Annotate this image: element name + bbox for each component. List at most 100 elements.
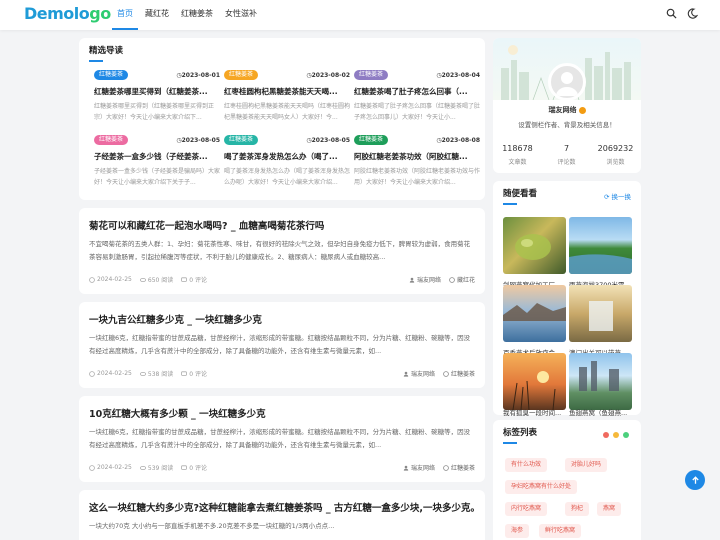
post-category[interactable]: 藏红花 [449,275,475,284]
tag-link[interactable]: 燕窝 [597,502,622,516]
river-landscape-image [569,254,632,274]
item-excerpt: 子经姜茶一盒多少钱（子经姜茶是骗局吗）大家好！今天让小编来大家介绍下关于子... [94,168,220,186]
tag-link[interactable]: 对胎儿好吗 [565,458,608,472]
theme-toggle-icon[interactable] [687,8,698,19]
featured-item[interactable]: 红糖姜茶 ◷2023-08-05 喝了姜茶浑身发热怎么办（喝了... 喝了姜茶浑身… [224,134,350,192]
main-nav: 首页 藏红花 红糖姜茶 女性滋补 [112,0,264,30]
post-date: 2024-02-25 [89,276,132,283]
site-logo[interactable]: Demologo [24,4,111,23]
nav-ginger-tea[interactable]: 红糖姜茶 [176,0,218,30]
post-comments[interactable]: 0 评论 [181,275,207,284]
item-excerpt: 阿胶红糖老姜茶功效（阿胶红糖老姜茶功效与作用）大家好！今天让小编来大家介绍... [354,168,480,186]
post-card: 10克红糖大概有多少颗 _ 一块红糖多少克 一块红糖6克，红糖指带蜜的甘蔗成品糖… [79,396,485,482]
stat-posts: 118678 文章数 [502,144,533,166]
category-tag[interactable]: 红糖姜茶 [224,135,259,145]
author-name[interactable]: 瑞友网络 [493,105,641,115]
post-comments[interactable]: 0 评论 [181,463,207,472]
featured-item[interactable]: 红糖姜茶 ◷2023-08-05 子经姜茶一盒多少钱（子经姜茶... 子经姜茶一盒… [94,134,220,192]
thumb-image[interactable] [503,353,566,410]
item-title[interactable]: 子经姜茶一盒多少钱（子经姜茶... [94,151,220,162]
item-title[interactable]: 喝了姜茶浑身发热怎么办（喝了... [224,151,350,162]
top-bar: Demologo 首页 藏红花 红糖姜茶 女性滋补 [0,0,720,30]
refresh-button[interactable]: ⟳ 换一换 [604,191,631,201]
search-icon[interactable] [666,8,677,19]
comment-icon [181,370,188,376]
post-excerpt: 一块红糖6克，红糖指带蜜的甘蔗成品糖，甘蔗经榨汁，浓缩形成的带蜜糖。红糖按结晶颗… [89,334,471,355]
author-avatar[interactable] [548,63,586,101]
item-title[interactable]: 红糖姜茶喝了肚子疼怎么回事（... [354,86,480,97]
item-excerpt: 红糖姜茶喝了肚子疼怎么回事（红糖姜茶喝了肚子疼怎么回事儿）大家好！今天让小... [354,103,480,121]
post-card: 一块九吉公红糖多少克 _ 一块红糖多少克 一块红糖6克，红糖指带蜜的甘蔗成品糖，… [79,302,485,388]
post-views: 539 阅读 [139,463,173,472]
featured-item[interactable]: 红糖姜茶 ◷2023-08-04 红糖姜茶喝了肚子疼怎么回事（... 红糖姜茶喝了… [354,69,480,127]
thumb-caption[interactable]: 鱼翅燕窝（鱼翅燕... [569,407,632,417]
item-excerpt: 红糖姜茶哪里买得到（红糖姜茶哪里买得到正宗）大家好！今天让小编来大家介绍下... [94,103,215,121]
featured-item[interactable]: 红糖姜茶 ◷2023-08-08 阿胶红糖老姜茶功效（阿胶红糖... 阿胶红糖老姜… [354,134,480,192]
post-category[interactable]: 红糖姜茶 [443,463,475,472]
category-tag[interactable]: 红糖姜茶 [354,135,389,145]
random-posts-widget: 随便看看 ⟳ 换一换 剑网燕窝代加工厂... 雨燕海拔3700米需... 百香燕… [493,181,641,417]
post-author[interactable]: 瑞友网络 [409,275,441,284]
featured-item[interactable]: 红糖姜茶 ◷2023-08-01 红糖姜茶哪里买得到（红糖姜茶... 红糖姜茶哪里… [94,69,220,127]
thumb-image[interactable] [569,285,632,342]
user-icon [403,465,409,471]
category-tag[interactable]: 红糖姜茶 [94,70,129,80]
thumb-image[interactable] [569,353,632,410]
item-excerpt: 喝了姜茶浑身发热怎么办（喝了姜茶浑身发热怎么办呢）大家好！今天让小编来大家介绍.… [224,168,350,186]
post-excerpt: 一块大约70克 大小约与一部直板手机差不多.20克差不多是一块红糖的1/3两小点… [89,522,335,530]
top-icons [666,8,698,19]
tag-link[interactable]: 鲜行吃燕窝 [539,524,582,538]
back-to-top-button[interactable] [685,470,705,490]
author-profile-card: 瑞友网络 设置侧栏作者、背景及相关信息！ 118678 文章数 7 评论数 2069… [493,38,641,173]
tag-link[interactable]: 孕妇吃燕窝有什么好处 [505,480,578,494]
waterfall-image [589,301,613,331]
user-avatar-icon [556,72,578,96]
post-title[interactable]: 10克红糖大概有多少颗 _ 一块红糖多少克 [89,406,266,420]
item-title[interactable]: 红枣桂圆枸杞黑糖姜茶能天天喝... [224,86,350,97]
clock-icon [89,370,95,377]
thumb-image[interactable] [569,217,632,274]
post-title[interactable]: 菊花可以和藏红花一起泡水喝吗? _ 血糖高喝菊花茶行吗 [89,218,324,232]
thumb-image[interactable] [503,285,566,342]
thumb-caption[interactable]: 我有狐臭一段时间... [503,407,566,417]
sea-rocks-image [503,303,566,321]
post-views: 650 阅读 [139,275,173,284]
category-tag[interactable]: 红糖姜茶 [354,70,389,80]
user-icon [403,371,409,377]
item-date: ◷2023-08-05 [306,136,350,144]
author-bio: 设置侧栏作者、背景及相关信息！ [518,121,616,129]
tags-title: 标签列表 [503,428,538,438]
post-card: 这么一块红糖大约多少克?这种红糖能拿去煮红糖姜茶吗 _ 古方红糖一盒多少块,一块… [79,490,485,540]
featured-section: 精选导读 红糖姜茶 ◷2023-08-01 红糖姜茶哪里买得到（红糖姜茶... 红… [79,38,485,200]
post-category[interactable]: 红糖姜茶 [443,369,475,378]
featured-title: 精选导读 [89,46,124,56]
tag-link[interactable]: 内行吃燕窝 [505,502,548,516]
item-title[interactable]: 红糖姜茶哪里买得到（红糖姜茶... [94,86,220,97]
category-tag[interactable]: 红糖姜茶 [94,135,129,145]
post-author[interactable]: 瑞友网络 [403,463,435,472]
post-title[interactable]: 一块九吉公红糖多少克 _ 一块红糖多少克 [89,312,262,326]
featured-item[interactable]: 红糖姜茶 ◷2023-08-02 红枣桂圆枸杞黑糖姜茶能天天喝... 红枣桂圆枸杞… [224,69,350,127]
category-tag[interactable]: 红糖姜茶 [224,70,259,80]
eye-icon [139,371,146,376]
tag-link[interactable]: 有什么功效 [505,458,548,472]
tag-link[interactable]: 海参 [505,524,530,538]
post-date: 2024-02-25 [89,464,132,471]
post-title[interactable]: 这么一块红糖大约多少克?这种红糖能拿去煮红糖姜茶吗 _ 古方红糖一盒多少块,一块… [89,500,480,514]
nav-women-tonic[interactable]: 女性滋补 [220,0,262,30]
nav-home[interactable]: 首页 [112,0,138,30]
post-author[interactable]: 瑞友网络 [403,369,435,378]
post-excerpt: 不宜喝菊花茶的五类人群：1、孕妇：菊花茶性寒、味甘，有很好的祛除火气之效，但孕妇… [89,240,471,261]
item-title[interactable]: 阿胶红糖老姜茶功效（阿胶红糖... [354,151,480,162]
post-comments[interactable]: 0 评论 [181,369,207,378]
stat-views: 2069232 浏览数 [597,144,634,166]
folder-icon [449,276,455,283]
item-date: ◷2023-08-05 [176,136,220,144]
eye-icon [139,465,146,470]
post-card: 菊花可以和藏红花一起泡水喝吗? _ 血糖高喝菊花茶行吗 不宜喝菊花茶的五类人群：… [79,208,485,294]
comment-icon [181,276,188,282]
tag-link[interactable]: 狗杞 [565,502,590,516]
thumb-image[interactable] [503,217,566,274]
nav-saffron[interactable]: 藏红花 [140,0,174,30]
item-excerpt: 红枣桂圆枸杞黑糖姜茶能天天喝吗（红枣桂圆枸杞黑糖姜茶能天天喝吗女人）大家好！今.… [224,103,350,121]
